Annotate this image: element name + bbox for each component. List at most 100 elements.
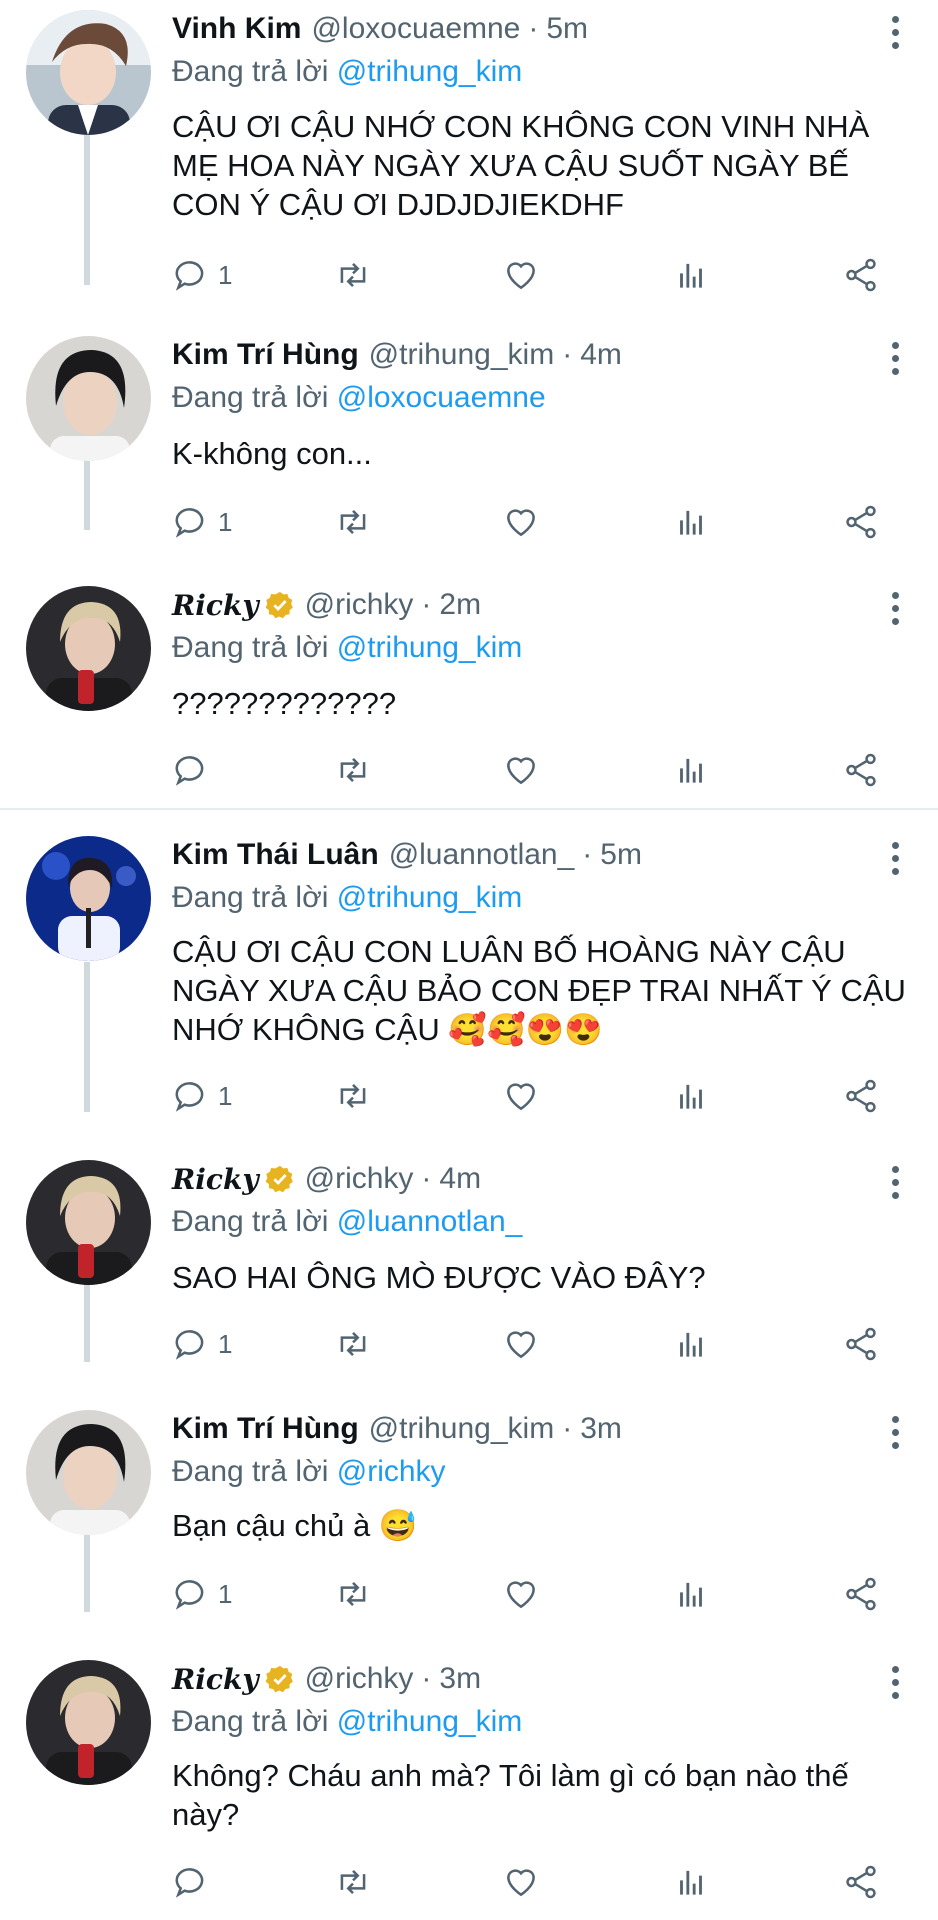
like-button[interactable] (502, 502, 540, 542)
replying-to-label: Đang trả lời (172, 1455, 329, 1488)
display-name[interactable]: Kim Trí Hùng (172, 338, 359, 372)
retweet-button[interactable] (334, 1574, 372, 1614)
tweet[interactable]: Ricky @richky · 3m Đang trả lời @trihung… (0, 1650, 938, 1920)
replying-to-mention[interactable]: @trihung_kim (337, 55, 523, 88)
like-button[interactable] (502, 255, 540, 295)
user-handle[interactable]: @luannotlan_ (389, 838, 575, 872)
avatar[interactable] (26, 1660, 151, 1785)
more-vertical-icon[interactable] (890, 1166, 900, 1202)
tweet[interactable]: Kim Trí Hùng @trihung_kim · 4m Đang trả … (0, 326, 938, 576)
views-button[interactable] (672, 1574, 710, 1614)
replying-to-mention[interactable]: @richky (337, 1455, 446, 1488)
user-handle[interactable]: @richky (305, 588, 414, 622)
more-vertical-icon[interactable] (890, 342, 900, 378)
avatar[interactable] (26, 1160, 151, 1285)
share-button[interactable] (842, 1324, 880, 1364)
share-button[interactable] (842, 502, 880, 542)
like-button[interactable] (502, 1862, 540, 1902)
views-button[interactable] (672, 1324, 710, 1364)
replying-to-label: Đang trả lời (172, 1205, 329, 1238)
more-vertical-icon[interactable] (890, 592, 900, 628)
retweet-icon (340, 1582, 366, 1606)
user-handle[interactable]: @loxocuaemne (311, 12, 520, 46)
like-button[interactable] (502, 750, 540, 790)
avatar[interactable] (26, 586, 151, 711)
reply-button[interactable]: 1 (172, 1574, 232, 1614)
replying-to: Đang trả lời @trihung_kim (172, 55, 522, 89)
more-vertical-icon[interactable] (890, 1666, 900, 1702)
replying-to-mention[interactable]: @loxocuaemne (337, 381, 546, 414)
replying-to-mention[interactable]: @luannotlan_ (337, 1205, 523, 1238)
tweet-text: Không? Cháu anh mà? Tôi làm gì có bạn nà… (172, 1758, 849, 1832)
more-vertical-icon[interactable] (890, 842, 900, 878)
user-handle[interactable]: @trihung_kim (369, 1412, 555, 1446)
reply-button[interactable]: 1 (172, 1324, 232, 1364)
reply-button[interactable]: 1 (172, 1076, 232, 1116)
retweet-icon (340, 1332, 366, 1356)
reply-button[interactable]: 1 (172, 502, 232, 542)
timestamp[interactable]: 5m (546, 12, 588, 46)
display-name[interactable]: Vinh Kim (172, 12, 301, 46)
views-button[interactable] (672, 750, 710, 790)
timestamp[interactable]: 4m (439, 1162, 481, 1196)
display-name[interactable]: Ricky (172, 1163, 259, 1196)
reply-button[interactable] (172, 1862, 218, 1902)
retweet-button[interactable] (334, 1324, 372, 1364)
retweet-button[interactable] (334, 255, 372, 295)
timestamp[interactable]: 5m (600, 838, 642, 872)
avatar[interactable] (26, 336, 151, 461)
views-button[interactable] (672, 1076, 710, 1116)
tweet[interactable]: Vinh Kim @loxocuaemne · 5m Đang trả lời … (0, 0, 938, 320)
display-name[interactable]: Kim Trí Hùng (172, 1412, 359, 1446)
reply-count: 1 (218, 1328, 233, 1359)
tweet-header: Kim Thái Luân @luannotlan_ · 5m (172, 838, 642, 872)
tweet[interactable]: Ricky @richky · 2m Đang trả lời @trihung… (0, 576, 938, 806)
user-handle[interactable]: @richky (305, 1662, 414, 1696)
timestamp[interactable]: 4m (580, 338, 622, 372)
tweet-text: Bạn cậu chủ à 😅 (172, 1506, 912, 1545)
retweet-button[interactable] (334, 1076, 372, 1116)
replying-to: Đang trả lời @loxocuaemne (172, 381, 546, 415)
like-button[interactable] (502, 1574, 540, 1614)
avatar[interactable] (26, 1410, 151, 1535)
views-button[interactable] (672, 1862, 710, 1902)
reply-icon (175, 508, 204, 538)
separator-dot: · (421, 588, 432, 621)
timestamp[interactable]: 3m (580, 1412, 622, 1446)
display-name[interactable]: Kim Thái Luân (172, 838, 379, 872)
share-button[interactable] (842, 1862, 880, 1902)
share-button[interactable] (842, 750, 880, 790)
like-button[interactable] (502, 1324, 540, 1364)
avatar[interactable] (26, 10, 151, 135)
reply-button[interactable] (172, 750, 218, 790)
tweet-text: SAO HAI ÔNG MÒ ĐƯỢC VÀO ĐÂY? (172, 1260, 706, 1295)
tweet[interactable]: Kim Thái Luân @luannotlan_ · 5m Đang trả… (0, 826, 938, 1146)
share-button[interactable] (842, 1574, 880, 1614)
retweet-button[interactable] (334, 502, 372, 542)
tweet-text: CẬU ƠI CẬU NHỚ CON KHÔNG CON VINH NHÀ MẸ… (172, 109, 870, 222)
more-vertical-icon[interactable] (890, 16, 900, 52)
timestamp[interactable]: 2m (439, 588, 481, 622)
like-button[interactable] (502, 1076, 540, 1116)
reply-button[interactable]: 1 (172, 255, 232, 295)
share-button[interactable] (842, 255, 880, 295)
replying-to-mention[interactable]: @trihung_kim (337, 1705, 523, 1738)
more-vertical-icon[interactable] (890, 1416, 900, 1452)
user-handle[interactable]: @trihung_kim (369, 338, 555, 372)
replying-to-mention[interactable]: @trihung_kim (337, 631, 523, 664)
tweet[interactable]: Kim Trí Hùng @trihung_kim · 3m Đang trả … (0, 1400, 938, 1650)
share-button[interactable] (842, 1076, 880, 1116)
replying-to: Đang trả lời @trihung_kim (172, 881, 522, 915)
display-name[interactable]: Ricky (172, 589, 259, 622)
display-name[interactable]: Ricky (172, 1663, 259, 1696)
timestamp[interactable]: 3m (439, 1662, 481, 1696)
views-button[interactable] (672, 502, 710, 542)
views-button[interactable] (672, 255, 710, 295)
avatar[interactable] (26, 836, 151, 961)
user-handle[interactable]: @richky (305, 1162, 414, 1196)
replying-to-label: Đang trả lời (172, 631, 329, 664)
retweet-button[interactable] (334, 750, 372, 790)
retweet-button[interactable] (334, 1862, 372, 1902)
replying-to-mention[interactable]: @trihung_kim (337, 881, 523, 914)
tweet[interactable]: Ricky @richky · 4m Đang trả lời @luannot… (0, 1150, 938, 1400)
